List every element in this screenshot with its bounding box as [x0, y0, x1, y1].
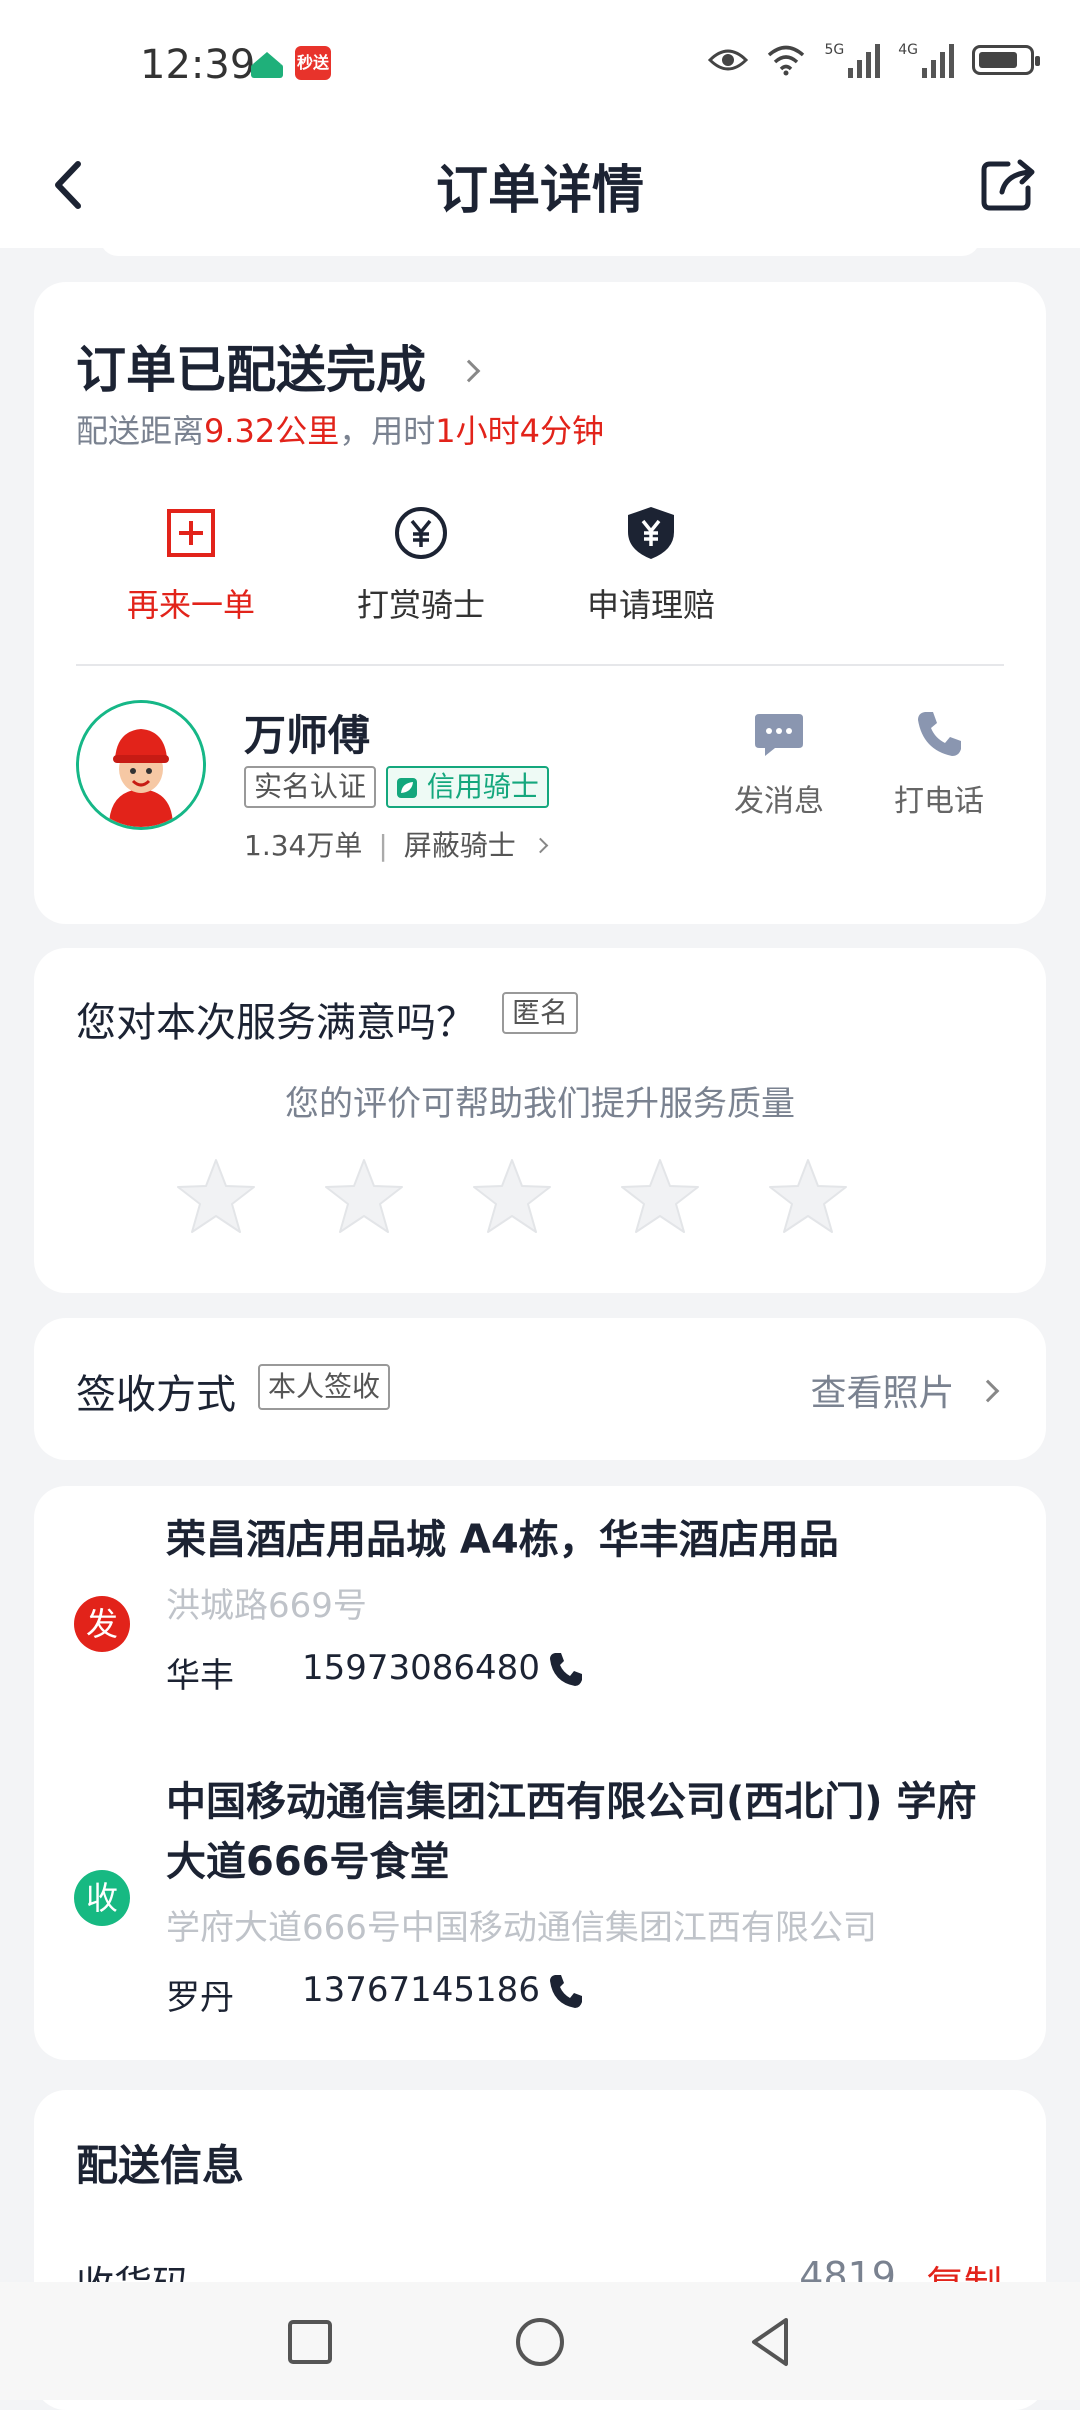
- receiver-address: 学府大道666号中国移动通信集团江西有限公司: [166, 1908, 877, 1948]
- rider-avatar-illustration: [79, 703, 203, 827]
- order-status-title[interactable]: 订单已配送完成: [76, 330, 481, 402]
- chevron-right-icon: [532, 837, 548, 854]
- yuan-coin-icon: [395, 507, 447, 559]
- sign-method-label: 签收方式: [76, 1372, 236, 1418]
- sign-method-card: 签收方式 本人签收 查看照片: [34, 1318, 1046, 1460]
- verified-tag: 实名认证: [244, 766, 377, 808]
- share-icon[interactable]: [972, 148, 1044, 220]
- rating-question: 您对本次服务满意吗？: [76, 1000, 476, 1046]
- sender-name: 华丰: [166, 1656, 234, 1696]
- top-nav: 订单详情: [0, 130, 1080, 248]
- reorder-icon: [167, 509, 215, 557]
- rider-avatar[interactable]: [76, 700, 206, 830]
- address-card: 发 荣昌酒店用品城 A4栋，华丰酒店用品 洪城路669号 华丰 15973086…: [34, 1486, 1046, 2060]
- star-rating: [174, 1154, 850, 1238]
- app-notification-icon: 秒送: [295, 46, 331, 80]
- phone-icon[interactable]: [546, 1972, 586, 2012]
- rider-meta: 1.34万单 | 屏蔽骑士: [244, 824, 548, 864]
- view-photo-link[interactable]: 查看照片: [811, 1364, 1000, 1416]
- message-icon: [755, 714, 803, 756]
- sender-address: 洪城路669号: [166, 1586, 367, 1626]
- sender-title: 荣昌酒店用品城 A4栋，华丰酒店用品: [166, 1517, 839, 1563]
- star-icon[interactable]: [174, 1154, 258, 1238]
- phone-icon: [918, 712, 961, 756]
- home-icon[interactable]: [510, 2312, 570, 2372]
- rider-order-count: 1.34万单: [244, 829, 363, 862]
- separator: |: [378, 829, 388, 862]
- star-icon[interactable]: [618, 1154, 702, 1238]
- message-rider-button[interactable]: 发消息: [724, 706, 834, 820]
- receiver-title: 中国移动通信集团江西有限公司(西北门) 学府大道666号食堂: [166, 1779, 977, 1885]
- receiver-name: 罗丹: [166, 1978, 234, 2018]
- back-icon[interactable]: [740, 2312, 800, 2372]
- eye-icon: [708, 49, 749, 71]
- star-icon[interactable]: [322, 1154, 406, 1238]
- receiver-phone[interactable]: 13767145186: [302, 1970, 540, 2010]
- star-icon[interactable]: [470, 1154, 554, 1238]
- signal-4g-icon: 4G: [898, 42, 954, 78]
- star-icon[interactable]: [766, 1154, 850, 1238]
- rider-name: 万师傅: [244, 711, 371, 760]
- credit-rider-tag: 信用骑士: [386, 766, 549, 808]
- signal-5g-icon: 5G: [824, 42, 881, 78]
- delivery-summary: 配送距离9.32公里，用时1小时4分钟: [76, 412, 605, 450]
- map-sheet-edge: [100, 238, 980, 256]
- sign-method-tag: 本人签收: [258, 1364, 391, 1410]
- status-time: 12:39: [140, 42, 256, 88]
- phone-icon[interactable]: [546, 1650, 586, 1690]
- receiver-badge: 收: [74, 1870, 130, 1926]
- wifi-icon: [768, 45, 805, 76]
- rating-card: 您对本次服务满意吗？ 匿名 您的评价可帮助我们提升服务质量: [34, 948, 1046, 1293]
- tip-rider-button[interactable]: 打赏骑士: [306, 502, 536, 626]
- battery-icon: [972, 45, 1040, 75]
- sender-phone[interactable]: 15973086480: [302, 1648, 540, 1688]
- chevron-right-icon: [458, 359, 481, 383]
- delivery-info-title: 配送信息: [76, 2141, 245, 2190]
- recent-apps-icon[interactable]: [280, 2312, 340, 2372]
- reorder-button[interactable]: 再来一单: [76, 502, 306, 626]
- system-nav-bar: [0, 2282, 1080, 2400]
- status-icons: 5G 4G: [708, 42, 1040, 78]
- chevron-right-icon: [976, 1379, 1000, 1403]
- leaf-icon: [397, 778, 417, 798]
- shield-yuan-icon: [628, 507, 674, 559]
- rating-hint: 您的评价可帮助我们提升服务质量: [285, 1084, 795, 1124]
- order-status-card: 订单已配送完成 配送距离9.32公里，用时1小时4分钟 再来一单 打赏骑士 申请…: [34, 282, 1046, 924]
- app-notification-icon: [251, 52, 283, 78]
- sender-badge: 发: [74, 1596, 130, 1652]
- status-bar: 12:39 秒送 5G 4G: [0, 0, 1080, 130]
- divider: [76, 664, 1004, 666]
- claim-button[interactable]: 申请理赔: [536, 502, 766, 626]
- block-rider-link[interactable]: 屏蔽骑士: [404, 829, 548, 862]
- anonymous-tag: 匿名: [502, 992, 579, 1034]
- call-rider-button[interactable]: 打电话: [884, 706, 994, 820]
- order-actions: 再来一单 打赏骑士 申请理赔: [76, 502, 766, 626]
- page-title: 订单详情: [435, 161, 644, 221]
